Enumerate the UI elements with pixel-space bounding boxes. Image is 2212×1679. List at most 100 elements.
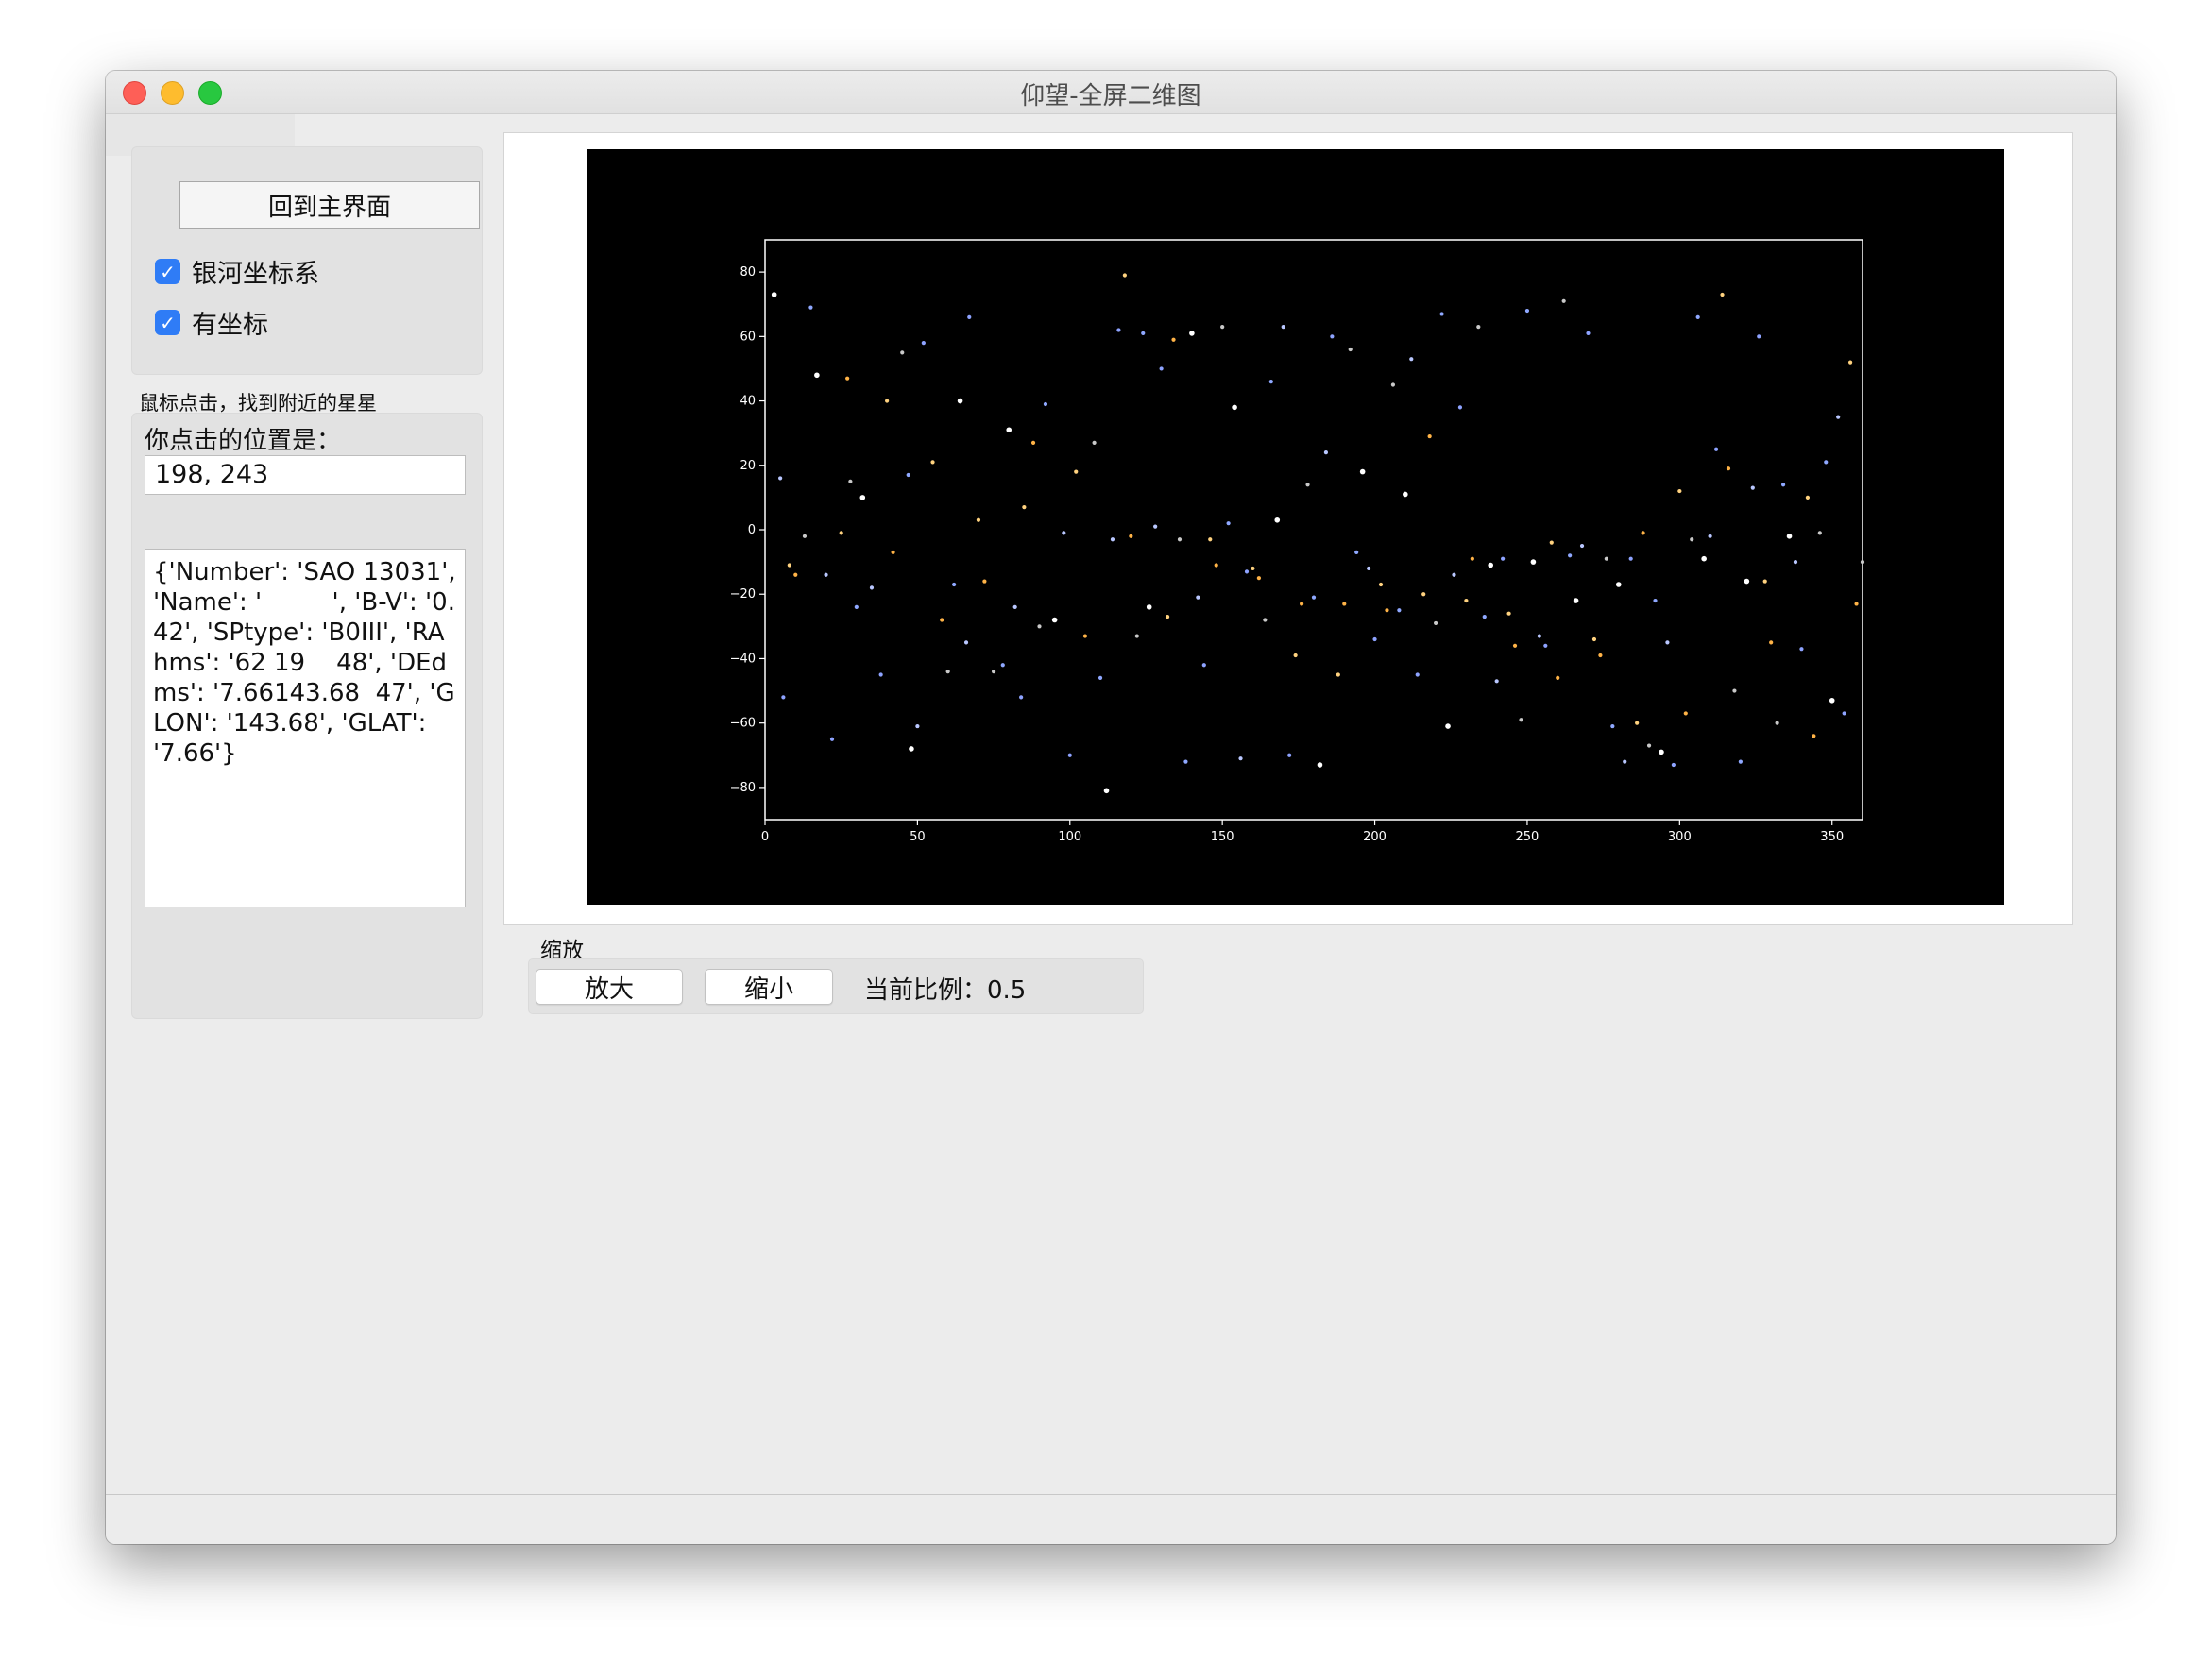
checkmark-icon: ✓	[160, 260, 176, 283]
star-point	[1043, 401, 1048, 407]
star-point	[1006, 427, 1012, 433]
star-map-canvas[interactable]: 0 50 100 150 200 250 300 350 −80 −60 −40 −20 0 20 40 60…	[587, 149, 2004, 905]
star-point	[1311, 595, 1317, 600]
star-point	[869, 585, 875, 590]
y-tick-label: −20	[730, 587, 756, 602]
star-point	[1812, 734, 1816, 738]
star-point	[1476, 325, 1481, 330]
star-point	[1568, 553, 1573, 558]
x-tick-label: 350	[1820, 830, 1844, 844]
galactic-coords-checkbox-row[interactable]: ✓ 银河坐标系	[155, 253, 319, 290]
click-position-field[interactable]: 198, 243	[145, 455, 466, 495]
show-axes-checkbox-row[interactable]: ✓ 有坐标	[155, 304, 268, 341]
y-tick-label: −80	[730, 781, 756, 795]
star-point	[1604, 556, 1608, 561]
y-tick-label: −60	[730, 717, 756, 731]
star-point	[1208, 537, 1213, 542]
star-point	[848, 479, 853, 483]
star-point	[1653, 598, 1658, 603]
star-point	[1287, 753, 1292, 757]
star-point	[1530, 559, 1537, 565]
star-point	[1744, 578, 1750, 585]
star-point	[1421, 592, 1426, 597]
star-point	[1256, 576, 1261, 581]
star-point	[1030, 440, 1036, 445]
star-point	[1750, 485, 1755, 490]
star-point	[1793, 560, 1798, 565]
star-point	[1439, 312, 1444, 316]
zoom-controls: 放大 缩小 当前比例：0.5	[528, 958, 1144, 1014]
star-point	[1409, 357, 1414, 362]
plot-axes-box	[764, 239, 1863, 821]
star-point	[1543, 643, 1548, 648]
star-point	[1196, 595, 1200, 600]
star-point	[1561, 298, 1566, 303]
star-point	[1146, 604, 1152, 610]
star-point	[1067, 753, 1072, 757]
star-point	[1780, 483, 1786, 487]
star-point	[1019, 695, 1024, 700]
star-point	[1579, 543, 1585, 549]
status-bar	[106, 1494, 2116, 1544]
star-point	[1775, 721, 1779, 725]
zoom-in-button[interactable]: 放大	[536, 969, 683, 1005]
star-point	[1726, 466, 1731, 471]
star-point	[1762, 579, 1767, 584]
star-point	[1274, 517, 1281, 523]
star-point	[1037, 624, 1042, 629]
star-point	[802, 534, 808, 538]
back-to-main-button[interactable]: 回到主界面	[179, 181, 480, 229]
star-point	[1628, 556, 1633, 561]
current-zoom-ratio: 当前比例：0.5	[864, 976, 1027, 1005]
star-point	[1713, 447, 1719, 451]
zoom-out-button[interactable]: 缩小	[705, 969, 833, 1005]
star-point	[1263, 618, 1268, 622]
star-point	[771, 292, 777, 297]
star-point	[778, 476, 783, 481]
star-point	[1805, 495, 1810, 500]
star-point	[1403, 491, 1408, 498]
galactic-coords-checkbox[interactable]: ✓	[155, 259, 180, 284]
star-point	[940, 618, 944, 622]
x-tick-label: 200	[1363, 830, 1387, 844]
star-point	[1293, 653, 1298, 658]
star-point	[1445, 723, 1451, 729]
star-point	[906, 472, 910, 478]
star-point	[1615, 582, 1622, 587]
star-point	[824, 572, 828, 577]
star-point	[1524, 308, 1530, 314]
star-point	[1586, 331, 1591, 336]
x-tick-label: 100	[1058, 830, 1081, 844]
y-tick-label: −40	[730, 652, 756, 666]
star-point	[1799, 647, 1804, 652]
star-point	[1665, 640, 1670, 645]
star-point	[1646, 743, 1652, 748]
star-point	[1220, 325, 1225, 330]
star-point	[1354, 550, 1359, 554]
show-axes-label: 有坐标	[192, 311, 268, 340]
star-point	[781, 695, 786, 700]
star-point	[1281, 325, 1285, 330]
x-tick-label: 250	[1516, 830, 1540, 844]
star-point	[1501, 556, 1506, 561]
star-scatter-chart[interactable]: 0 50 100 150 200 250 300 350 −80 −60 −40 −20 0 20 40 60…	[587, 149, 2004, 905]
star-point	[1214, 563, 1218, 568]
star-point	[1238, 756, 1243, 761]
star-point	[1671, 762, 1676, 768]
star-point	[787, 563, 791, 568]
star-point	[1824, 460, 1829, 465]
show-axes-checkbox[interactable]: ✓	[155, 310, 180, 335]
star-point	[967, 314, 972, 319]
star-point	[900, 350, 905, 355]
star-point	[814, 372, 820, 379]
star-info-textbox[interactable]: {'Number': 'SAO 13031', 'Name': ' ', 'B-…	[145, 549, 466, 907]
star-point	[1470, 556, 1474, 561]
title-bar: 仰望-全屏二维图	[106, 71, 2116, 114]
x-tick-label: 0	[761, 830, 769, 844]
star-point	[1519, 718, 1523, 722]
star-point	[1397, 608, 1402, 613]
control-panel: 回到主界面 ✓ 银河坐标系 ✓ 有坐标	[131, 146, 483, 375]
star-point	[1415, 672, 1420, 677]
star-point	[1695, 314, 1700, 319]
star-point	[1051, 617, 1058, 623]
